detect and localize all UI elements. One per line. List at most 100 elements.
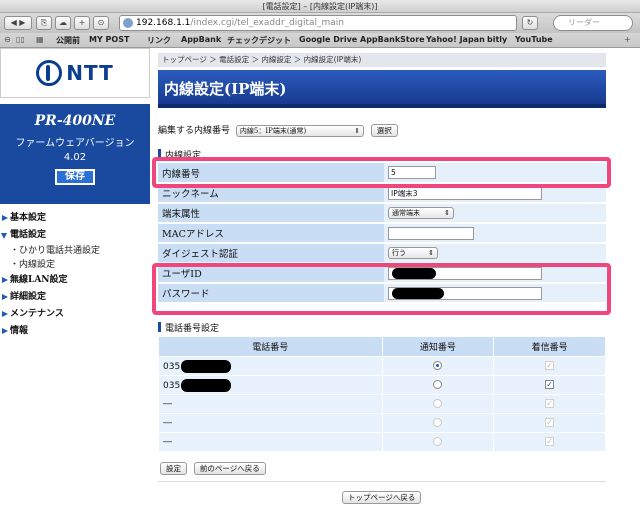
notify-radio[interactable] <box>433 361 443 370</box>
notify-radio[interactable] <box>433 380 443 389</box>
table-row: 035 ✓ <box>158 375 606 395</box>
model-name: PR-400NE <box>34 113 116 129</box>
incoming-checkbox[interactable]: ✓ <box>545 361 555 370</box>
reading-list-icon[interactable]: ⊙ <box>93 16 109 30</box>
phone-number: ― <box>158 432 383 452</box>
reader-button[interactable]: リーダー <box>553 15 633 31</box>
menu-item-wireless[interactable]: 無線LAN設定 <box>0 272 150 289</box>
firmware-label: ファームウェアバージョン <box>15 138 135 149</box>
divider <box>158 481 606 482</box>
mac-input[interactable] <box>388 226 474 240</box>
bookmarks-bar: ⊖ ▯▯ ▦ 公開前 MY POST リンク AppBank チェックデジット … <box>0 33 640 48</box>
submenu-item-hikari[interactable]: ・ひかり電話共通設定 <box>0 244 150 258</box>
edit-label: 編集する内線番号 <box>158 126 231 136</box>
extension-form: 内線番号 5 ニックネーム IP端末3 端末属性 通常端末 MACアドレス ダイ… <box>158 163 606 304</box>
cloud-icon[interactable]: ☁ <box>55 16 71 30</box>
sidebar-toggle-icon[interactable]: ⊖ <box>4 35 11 44</box>
notify-radio[interactable] <box>433 399 443 408</box>
ext-section-heading: 内線設定 <box>158 148 201 161</box>
add-icon[interactable]: + <box>74 16 90 30</box>
url-path: /index.cgi/tel_exaddr_digital_main <box>190 18 344 28</box>
browser-toolbar: ◀ ▶ ⎘ ☁ + ⊙ 192.168.1.1/index.cgi/tel_ex… <box>0 13 640 33</box>
incoming-checkbox[interactable]: ✓ <box>545 380 555 389</box>
top-page-button-wrap: トップページへ戻る <box>342 491 422 504</box>
select-button[interactable]: 選択 <box>370 124 398 137</box>
terminal-type-label: 端末属性 <box>158 203 384 224</box>
table-row: 035 ✓ <box>158 356 606 376</box>
add-bookmark-icon[interactable]: + <box>624 35 631 44</box>
bookmarks-book-icon[interactable]: ▯▯ <box>16 35 25 44</box>
password-label: パスワード <box>158 283 384 304</box>
redaction-mark <box>181 378 232 392</box>
redaction-mark <box>392 288 444 299</box>
menu-item-advanced[interactable]: 詳細設定 <box>0 289 150 306</box>
user-id-input[interactable] <box>388 266 542 280</box>
table-header-row: 電話番号 通知番号 着信番号 <box>158 336 606 357</box>
ext-number-input[interactable]: 5 <box>388 166 436 179</box>
ext-number-label: 内線番号 <box>158 163 384 184</box>
menu-item-maintenance[interactable]: メンテナンス <box>0 306 150 323</box>
logo-text: NTT <box>66 61 114 85</box>
nickname-label: ニックネーム <box>158 183 384 204</box>
bookmark-item[interactable]: AppBank <box>181 35 221 44</box>
nickname-input[interactable]: IP端末3 <box>388 186 542 200</box>
bookmark-item[interactable]: Yahoo! Japan <box>426 35 485 44</box>
bookmark-item[interactable]: リンク <box>147 35 171 46</box>
notify-radio[interactable] <box>433 418 443 427</box>
password-input[interactable] <box>388 286 542 300</box>
incoming-checkbox[interactable]: ✓ <box>545 437 555 446</box>
top-sites-icon[interactable]: ▦ <box>36 35 44 44</box>
bookmark-item[interactable]: bitly <box>487 35 507 44</box>
phone-number: ― <box>158 394 383 414</box>
edit-selector-row: 編集する内線番号 内線5：IP端末(通常) 選択 <box>158 123 398 137</box>
form-row-ext-number: 内線番号 5 <box>158 163 606 184</box>
bookmark-item[interactable]: チェックデジット <box>227 35 291 46</box>
user-id-label: ユーザID <box>158 263 384 284</box>
extension-select[interactable]: 内線5：IP端末(通常) <box>235 124 364 137</box>
menu-item-phone[interactable]: 電話設定 <box>0 227 150 244</box>
globe-icon <box>123 18 133 28</box>
digest-label: ダイジェスト認証 <box>158 243 384 264</box>
submenu-item-extension[interactable]: ・内線設定 <box>0 258 150 272</box>
incoming-checkbox[interactable]: ✓ <box>545 399 555 408</box>
bookmark-item[interactable]: AppBankStore <box>360 35 425 44</box>
ntt-mark-icon <box>36 60 63 86</box>
phone-number: ― <box>158 413 383 433</box>
form-row-password: パスワード <box>158 283 606 304</box>
menu-item-basic[interactable]: 基本設定 <box>0 210 150 227</box>
form-row-mac: MACアドレス <box>158 223 606 244</box>
save-button[interactable]: 保存 <box>55 169 95 185</box>
bookmark-item[interactable]: 公開前 <box>56 35 80 46</box>
bookmark-item[interactable]: Google Drive <box>299 35 357 44</box>
form-row-terminal-type: 端末属性 通常端末 <box>158 203 606 224</box>
digest-select[interactable]: 行う <box>388 247 438 259</box>
form-actions: 設定 前のページへ戻る <box>160 462 270 475</box>
phone-section-heading: 電話番号設定 <box>158 321 219 334</box>
phone-number: 035 <box>163 361 181 372</box>
share-icon[interactable]: ⎘ <box>36 16 52 30</box>
bookmark-item[interactable]: MY POST <box>89 35 129 44</box>
url-input[interactable]: 192.168.1.1/index.cgi/tel_exaddr_digital… <box>119 15 517 31</box>
menu-item-info[interactable]: 情報 <box>0 323 150 340</box>
terminal-type-select[interactable]: 通常端末 <box>388 207 454 219</box>
col-notify-number: 通知番号 <box>381 336 495 357</box>
form-row-digest: ダイジェスト認証 行う <box>158 243 606 264</box>
model-panel: PR-400NE ファームウェアバージョン 4.02 保存 <box>0 104 150 204</box>
col-phone-number: 電話番号 <box>158 336 383 357</box>
back-button[interactable]: 前のページへ戻る <box>193 462 266 475</box>
reload-icon[interactable]: ↻ <box>522 16 538 30</box>
bookmark-item[interactable]: YouTube <box>515 35 553 44</box>
notify-radio[interactable] <box>433 437 443 446</box>
redaction-mark <box>392 268 436 279</box>
redaction-mark <box>181 359 232 373</box>
url-host: 192.168.1.1 <box>136 18 191 28</box>
incoming-checkbox[interactable]: ✓ <box>545 418 555 427</box>
form-row-nickname: ニックネーム IP端末3 <box>158 183 606 204</box>
back-forward-buttons[interactable]: ◀ ▶ <box>4 16 32 30</box>
table-row: ― ✓ <box>158 432 606 452</box>
breadcrumb[interactable]: トップページ ＞ 電話設定 ＞ 内線設定 ＞ 内線設定(IP端末) <box>158 53 606 67</box>
settings-button[interactable]: 設定 <box>160 462 187 475</box>
top-page-button[interactable]: トップページへ戻る <box>342 491 422 504</box>
firmware-version: 4.02 <box>63 152 87 163</box>
phone-number-table: 電話番号 通知番号 着信番号 035 ✓ 035 ✓ ― ✓ ― ✓ ― ✓ <box>158 336 606 452</box>
